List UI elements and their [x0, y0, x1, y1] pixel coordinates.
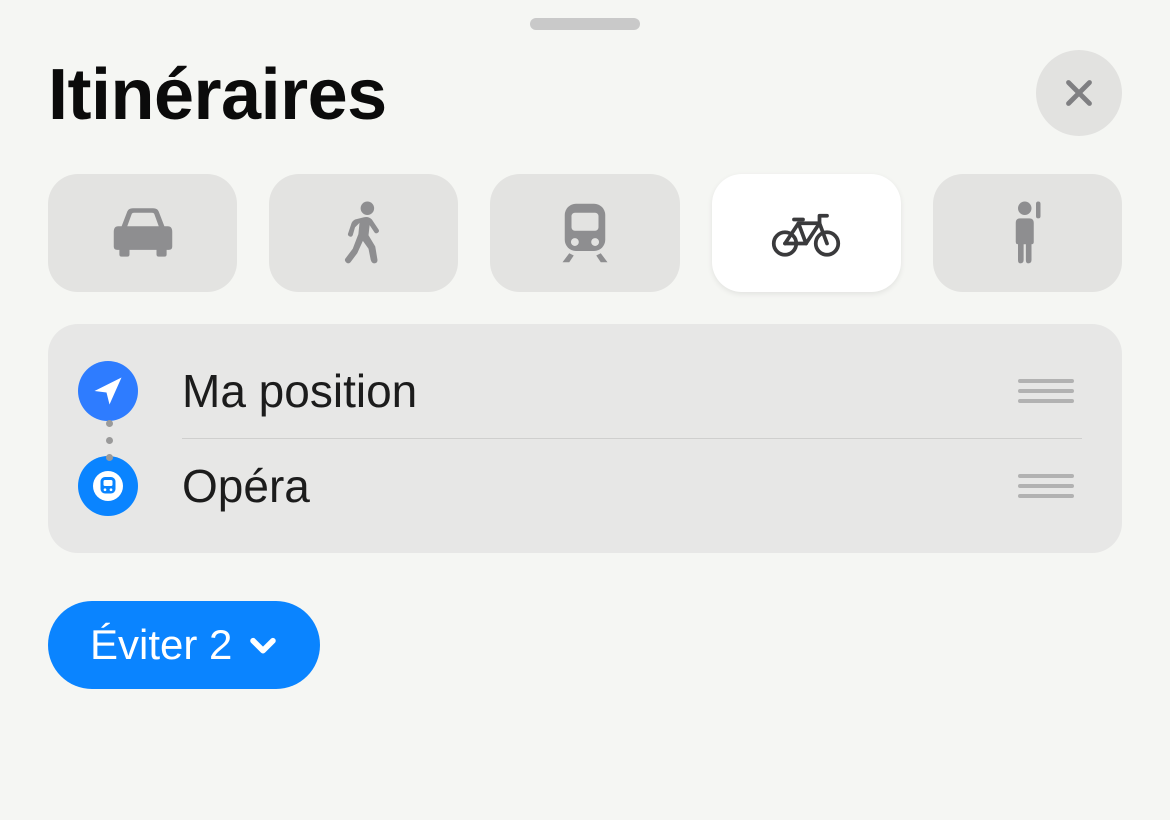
- route-from-label: Ma position: [182, 364, 1010, 418]
- bike-icon: [770, 197, 842, 269]
- rideshare-icon: [991, 197, 1063, 269]
- walk-icon: [328, 197, 400, 269]
- mode-transit[interactable]: [490, 174, 679, 292]
- route-to-label: Opéra: [182, 459, 1010, 513]
- car-icon: [107, 197, 179, 269]
- page-title: Itinéraires: [48, 54, 387, 136]
- destination-badge: [78, 456, 138, 516]
- route-from-row[interactable]: Ma position: [78, 344, 1082, 438]
- mode-rideshare[interactable]: [933, 174, 1122, 292]
- mode-bike[interactable]: [712, 174, 901, 292]
- directions-panel: Itinéraires: [0, 0, 1170, 820]
- avoid-options-button[interactable]: Éviter 2: [48, 601, 320, 689]
- metro-icon: [90, 468, 126, 504]
- chevron-down-icon: [246, 628, 280, 662]
- route-connector-dots: [106, 420, 113, 461]
- reorder-handle-from[interactable]: [1010, 371, 1082, 411]
- sheet-grabber[interactable]: [530, 18, 640, 30]
- mode-car[interactable]: [48, 174, 237, 292]
- location-icon: [90, 373, 126, 409]
- transit-icon: [549, 197, 621, 269]
- close-icon: [1061, 75, 1097, 111]
- location-badge: [78, 361, 138, 421]
- transport-modes: [48, 174, 1122, 292]
- route-endpoints-card: Ma position Opéra: [48, 324, 1122, 553]
- reorder-handle-to[interactable]: [1010, 466, 1082, 506]
- route-to-row[interactable]: Opéra: [78, 439, 1082, 533]
- avoid-label: Éviter 2: [90, 621, 232, 669]
- mode-walk[interactable]: [269, 174, 458, 292]
- close-button[interactable]: [1036, 50, 1122, 136]
